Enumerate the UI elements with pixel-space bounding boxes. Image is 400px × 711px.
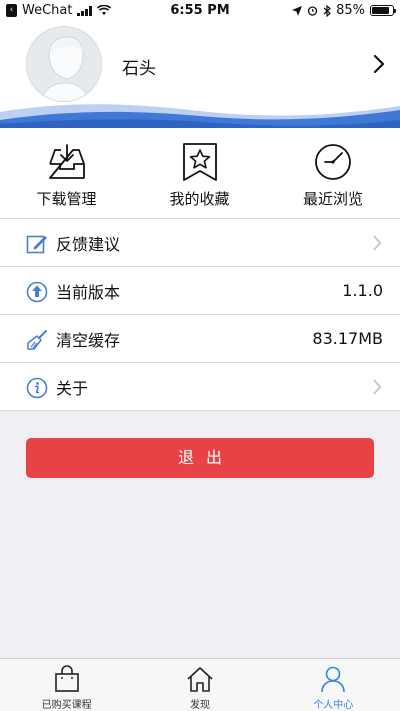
quick-action-label: 我的收藏 — [169, 190, 230, 208]
person-icon — [321, 666, 346, 693]
about-row[interactable]: 关于 — [0, 363, 400, 411]
bluetooth-icon — [323, 4, 332, 17]
header-wave-decoration — [0, 104, 400, 128]
battery-fill — [372, 7, 389, 14]
upload-arrow-icon — [26, 281, 48, 303]
shopping-bag-icon — [54, 665, 79, 692]
star-bookmark-icon — [182, 143, 217, 181]
chevron-right-icon — [373, 235, 382, 251]
settings-list: 反馈建议 当前版本 1.1.0 清空缓存 83.17MB 关于 — [0, 218, 400, 411]
tab-purchased-courses[interactable]: 已购买课程 — [0, 659, 133, 711]
about-label: 关于 — [56, 378, 89, 398]
tab-label: 个人中心 — [313, 700, 354, 711]
status-bar: ‹ WeChat 6:55 PM 85% — [0, 0, 400, 22]
chevron-right-icon[interactable] — [372, 54, 386, 74]
clear-cache-label: 清空缓存 — [56, 330, 121, 350]
quick-action-label: 最近浏览 — [302, 190, 363, 208]
tab-personal-center[interactable]: 个人中心 — [267, 659, 400, 711]
alarm-icon — [307, 6, 318, 16]
feedback-row[interactable]: 反馈建议 — [0, 219, 400, 267]
location-icon — [292, 5, 303, 16]
tab-bar: 已购买课程 发现 个人中心 — [0, 658, 400, 711]
logout-button[interactable]: 退出 — [26, 438, 374, 478]
broom-icon — [27, 330, 47, 350]
feedback-label: 反馈建议 — [56, 234, 121, 254]
quick-actions: 下载管理 我的收藏 最近浏览 — [0, 128, 400, 218]
version-row[interactable]: 当前版本 1.1.0 — [0, 267, 400, 315]
battery-percent: 85% — [336, 3, 365, 18]
edit-icon — [26, 235, 47, 254]
my-favorites-button[interactable]: 我的收藏 — [133, 128, 266, 218]
chevron-right-icon — [373, 379, 382, 395]
profile-header[interactable]: 石头 — [0, 22, 400, 128]
download-tray-icon — [48, 144, 85, 179]
tab-label: 发现 — [189, 700, 210, 711]
status-right: 85% — [292, 3, 396, 18]
quick-action-label: 下载管理 — [36, 190, 97, 208]
clock-icon — [315, 144, 351, 180]
tab-discover[interactable]: 发现 — [133, 659, 266, 711]
username: 石头 — [122, 59, 156, 79]
download-manager-button[interactable]: 下载管理 — [0, 128, 133, 218]
info-icon — [26, 377, 48, 399]
clear-cache-row[interactable]: 清空缓存 83.17MB — [0, 315, 400, 363]
default-avatar-icon — [40, 36, 90, 101]
avatar[interactable] — [26, 26, 102, 102]
cache-size-value: 83.17MB — [312, 329, 383, 348]
version-value: 1.1.0 — [342, 281, 383, 300]
tab-label: 已购买课程 — [41, 700, 92, 711]
home-icon — [187, 667, 213, 692]
version-label: 当前版本 — [56, 282, 121, 302]
battery-icon — [370, 5, 396, 16]
recent-browsing-button[interactable]: 最近浏览 — [266, 128, 400, 218]
